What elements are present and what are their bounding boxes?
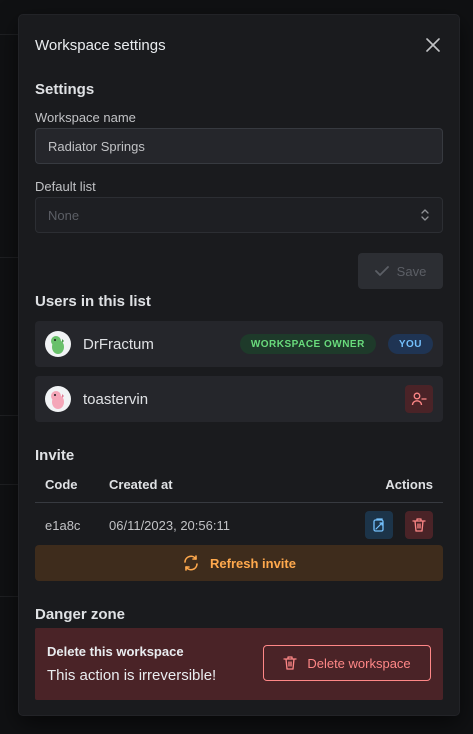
close-icon bbox=[426, 38, 440, 52]
refresh-icon bbox=[184, 555, 198, 571]
copy-invite-button[interactable] bbox=[365, 511, 393, 539]
danger-zone-box: Delete this workspace This action is irr… bbox=[35, 628, 443, 700]
delete-workspace-label: Delete workspace bbox=[307, 655, 411, 671]
user-name: toastervin bbox=[83, 390, 149, 408]
settings-heading: Settings bbox=[35, 81, 95, 98]
delete-workspace-button[interactable]: Delete workspace bbox=[263, 645, 431, 681]
danger-zone-heading: Danger zone bbox=[35, 606, 126, 623]
you-badge: YOU bbox=[387, 334, 433, 354]
refresh-invite-button[interactable]: Refresh invite bbox=[35, 545, 443, 581]
dino-avatar-icon bbox=[51, 391, 64, 409]
default-list-value: None bbox=[48, 207, 80, 223]
clipboard-copy-icon bbox=[373, 518, 384, 532]
owner-badge: WORKSPACE OWNER bbox=[239, 334, 376, 354]
invite-heading: Invite bbox=[35, 447, 75, 464]
column-code: Code bbox=[45, 477, 78, 492]
workspace-name-input[interactable]: Radiator Springs bbox=[35, 128, 443, 164]
column-actions: Actions bbox=[385, 477, 433, 492]
users-heading: Users in this list bbox=[35, 293, 151, 310]
danger-title: Delete this workspace bbox=[47, 644, 184, 659]
user-row: DrFractum WORKSPACE OWNER YOU bbox=[35, 321, 443, 367]
avatar bbox=[45, 331, 71, 357]
user-row: toastervin bbox=[35, 376, 443, 422]
table-row: e1a8c 06/11/2023, 20:56:11 bbox=[35, 507, 443, 543]
refresh-invite-label: Refresh invite bbox=[210, 555, 296, 571]
invite-table-header: Code Created at Actions bbox=[35, 477, 443, 503]
modal-title: Workspace settings bbox=[35, 37, 166, 54]
invite-code: e1a8c bbox=[45, 518, 81, 533]
danger-text: This action is irreversible! bbox=[47, 667, 217, 684]
trash-icon bbox=[283, 656, 297, 670]
dino-avatar-icon bbox=[51, 336, 64, 354]
avatar bbox=[45, 386, 71, 412]
invite-created-at: 06/11/2023, 20:56:11 bbox=[109, 518, 230, 533]
default-list-label: Default list bbox=[35, 179, 96, 194]
user-minus-icon bbox=[411, 392, 427, 406]
workspace-name-label: Workspace name bbox=[35, 110, 136, 125]
workspace-settings-modal: Workspace settings Settings Workspace na… bbox=[19, 15, 459, 715]
delete-invite-button[interactable] bbox=[405, 511, 433, 539]
default-list-select[interactable]: None bbox=[35, 197, 443, 233]
save-button[interactable]: Save bbox=[358, 253, 443, 289]
remove-user-button[interactable] bbox=[405, 385, 433, 413]
save-label: Save bbox=[396, 263, 427, 279]
check-icon bbox=[374, 266, 389, 276]
column-created-at: Created at bbox=[109, 477, 173, 492]
close-button[interactable] bbox=[423, 35, 443, 55]
trash-icon bbox=[412, 518, 426, 532]
selector-icon bbox=[421, 209, 429, 221]
user-name: DrFractum bbox=[83, 335, 154, 353]
